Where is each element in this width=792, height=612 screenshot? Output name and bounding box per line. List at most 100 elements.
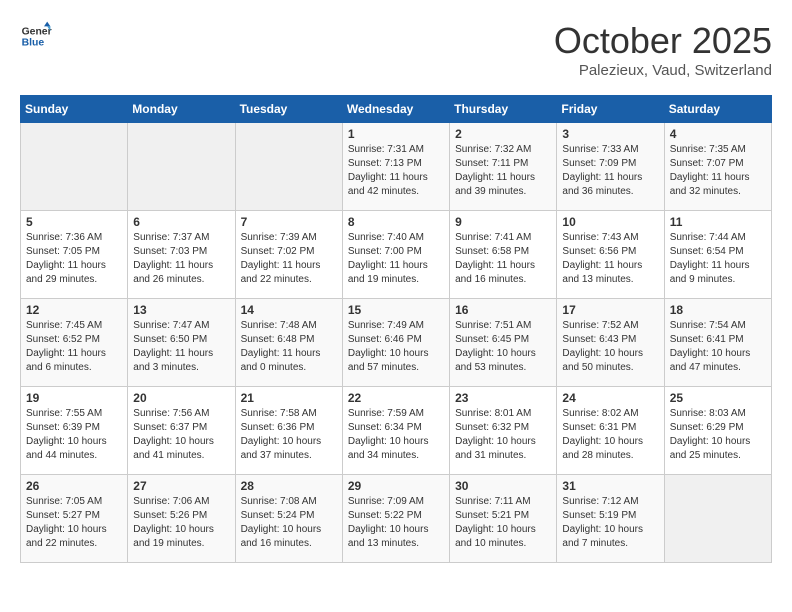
day-number: 25 [670,391,766,405]
weekday-header-tuesday: Tuesday [235,96,342,123]
day-number: 31 [562,479,658,493]
day-number: 13 [133,303,229,317]
day-number: 30 [455,479,551,493]
calendar-cell: 1 Sunrise: 7:31 AM Sunset: 7:13 PM Daylig… [342,123,449,211]
calendar-cell [235,123,342,211]
weekday-header-friday: Friday [557,96,664,123]
day-info: Sunrise: 7:12 AM Sunset: 5:19 PM Dayligh… [562,495,658,551]
day-number: 19 [26,391,122,405]
day-number: 4 [670,127,766,141]
day-number: 9 [455,215,551,229]
calendar-cell: 2Sunrise: 7:32 AM Sunset: 7:11 PM Daylig… [450,123,557,211]
day-number: 27 [133,479,229,493]
day-info: Sunrise: 7:45 AM Sunset: 6:52 PM Dayligh… [26,319,122,375]
calendar-cell: 29Sunrise: 7:09 AM Sunset: 5:22 PM Dayli… [342,475,449,563]
weekday-header-row: SundayMondayTuesdayWednesdayThursdayFrid… [21,96,772,123]
day-info: Sunrise: 7:55 AM Sunset: 6:39 PM Dayligh… [26,407,122,463]
calendar-cell: 24Sunrise: 8:02 AM Sunset: 6:31 PM Dayli… [557,387,664,475]
day-number: 23 [455,391,551,405]
day-info: Sunrise: 7:36 AM Sunset: 7:05 PM Dayligh… [26,231,122,287]
day-info: Sunrise: 8:02 AM Sunset: 6:31 PM Dayligh… [562,407,658,463]
calendar-cell: 5Sunrise: 7:36 AM Sunset: 7:05 PM Daylig… [21,211,128,299]
weekday-header-wednesday: Wednesday [342,96,449,123]
weekday-header-sunday: Sunday [21,96,128,123]
day-info: Sunrise: 8:01 AM Sunset: 6:32 PM Dayligh… [455,407,551,463]
weekday-header-thursday: Thursday [450,96,557,123]
svg-text:Blue: Blue [22,38,45,49]
day-number: 3 [562,127,658,141]
day-info: Sunrise: 7:31 AM Sunset: 7:13 PM Dayligh… [348,143,444,199]
calendar-cell: 30 Sunrise: 7:11 AM Sunset: 5:21 PM Dayli… [450,475,557,563]
day-info: Sunrise: 8:03 AM Sunset: 6:29 PM Dayligh… [670,407,766,463]
calendar-cell: 25 Sunrise: 8:03 AM Sunset: 6:29 PM Dayli… [664,387,771,475]
day-info: Sunrise: 7:39 AM Sunset: 7:02 PM Dayligh… [241,231,337,287]
calendar-cell: 14 Sunrise: 7:48 AM Sunset: 6:48 PM Dayli… [235,299,342,387]
month-title: October 2025 [554,20,772,62]
calendar-cell: 22 Sunrise: 7:59 AM Sunset: 6:34 PM Dayli… [342,387,449,475]
calendar-cell: 16 Sunrise: 7:51 AM Sunset: 6:45 PM Dayli… [450,299,557,387]
day-number: 22 [348,391,444,405]
logo-icon: General Blue [20,20,52,52]
svg-text:General: General [22,26,52,37]
day-number: 12 [26,303,122,317]
day-number: 20 [133,391,229,405]
day-info: Sunrise: 7:47 AM Sunset: 6:50 PM Dayligh… [133,319,229,375]
day-number: 14 [241,303,337,317]
calendar-week-2: 5Sunrise: 7:36 AM Sunset: 7:05 PM Daylig… [21,211,772,299]
calendar-cell: 7 Sunrise: 7:39 AM Sunset: 7:02 PM Daylig… [235,211,342,299]
day-number: 17 [562,303,658,317]
day-number: 7 [241,215,337,229]
day-number: 16 [455,303,551,317]
day-number: 15 [348,303,444,317]
day-info: Sunrise: 7:58 AM Sunset: 6:36 PM Dayligh… [241,407,337,463]
calendar-cell: 10 Sunrise: 7:43 AM Sunset: 6:56 PM Dayli… [557,211,664,299]
day-info: Sunrise: 7:51 AM Sunset: 6:45 PM Dayligh… [455,319,551,375]
day-info: Sunrise: 7:43 AM Sunset: 6:56 PM Dayligh… [562,231,658,287]
calendar-cell: 20 Sunrise: 7:56 AM Sunset: 6:37 PM Dayli… [128,387,235,475]
day-number: 8 [348,215,444,229]
day-info: Sunrise: 7:41 AM Sunset: 6:58 PM Dayligh… [455,231,551,287]
calendar-week-5: 26Sunrise: 7:05 AM Sunset: 5:27 PM Dayli… [21,475,772,563]
day-info: Sunrise: 7:33 AM Sunset: 7:09 PM Dayligh… [562,143,658,199]
day-info: Sunrise: 7:56 AM Sunset: 6:37 PM Dayligh… [133,407,229,463]
page-header: General Blue October 2025 Palezieux, Vau… [20,20,772,79]
calendar-header: SundayMondayTuesdayWednesdayThursdayFrid… [21,96,772,123]
day-number: 21 [241,391,337,405]
calendar-cell: 3 Sunrise: 7:33 AM Sunset: 7:09 PM Daylig… [557,123,664,211]
calendar-week-4: 19 Sunrise: 7:55 AM Sunset: 6:39 PM Dayli… [21,387,772,475]
calendar-cell: 6Sunrise: 7:37 AM Sunset: 7:03 PM Daylig… [128,211,235,299]
logo: General Blue [20,20,52,52]
calendar-cell: 19 Sunrise: 7:55 AM Sunset: 6:39 PM Dayli… [21,387,128,475]
calendar-cell: 4Sunrise: 7:35 AM Sunset: 7:07 PM Daylig… [664,123,771,211]
calendar-body: 1 Sunrise: 7:31 AM Sunset: 7:13 PM Daylig… [21,123,772,563]
calendar-cell: 12 Sunrise: 7:45 AM Sunset: 6:52 PM Dayli… [21,299,128,387]
day-number: 18 [670,303,766,317]
day-number: 11 [670,215,766,229]
day-info: Sunrise: 7:59 AM Sunset: 6:34 PM Dayligh… [348,407,444,463]
calendar-cell: 13 Sunrise: 7:47 AM Sunset: 6:50 PM Dayli… [128,299,235,387]
day-number: 26 [26,479,122,493]
calendar-cell: 9 Sunrise: 7:41 AM Sunset: 6:58 PM Daylig… [450,211,557,299]
day-number: 6 [133,215,229,229]
day-number: 2 [455,127,551,141]
calendar-cell: 15 Sunrise: 7:49 AM Sunset: 6:46 PM Dayli… [342,299,449,387]
calendar-cell [21,123,128,211]
day-info: Sunrise: 7:44 AM Sunset: 6:54 PM Dayligh… [670,231,766,287]
day-info: Sunrise: 7:11 AM Sunset: 5:21 PM Dayligh… [455,495,551,551]
calendar-cell: 21 Sunrise: 7:58 AM Sunset: 6:36 PM Dayli… [235,387,342,475]
day-number: 1 [348,127,444,141]
calendar-cell: 28 Sunrise: 7:08 AM Sunset: 5:24 PM Dayli… [235,475,342,563]
calendar-table: SundayMondayTuesdayWednesdayThursdayFrid… [20,95,772,563]
calendar-cell: 8Sunrise: 7:40 AM Sunset: 7:00 PM Daylig… [342,211,449,299]
calendar-cell: 11 Sunrise: 7:44 AM Sunset: 6:54 PM Dayli… [664,211,771,299]
calendar-cell [128,123,235,211]
day-info: Sunrise: 7:09 AM Sunset: 5:22 PM Dayligh… [348,495,444,551]
day-info: Sunrise: 7:49 AM Sunset: 6:46 PM Dayligh… [348,319,444,375]
day-info: Sunrise: 7:52 AM Sunset: 6:43 PM Dayligh… [562,319,658,375]
day-number: 10 [562,215,658,229]
day-info: Sunrise: 7:06 AM Sunset: 5:26 PM Dayligh… [133,495,229,551]
day-info: Sunrise: 7:08 AM Sunset: 5:24 PM Dayligh… [241,495,337,551]
day-info: Sunrise: 7:48 AM Sunset: 6:48 PM Dayligh… [241,319,337,375]
day-number: 28 [241,479,337,493]
calendar-cell: 18Sunrise: 7:54 AM Sunset: 6:41 PM Dayli… [664,299,771,387]
